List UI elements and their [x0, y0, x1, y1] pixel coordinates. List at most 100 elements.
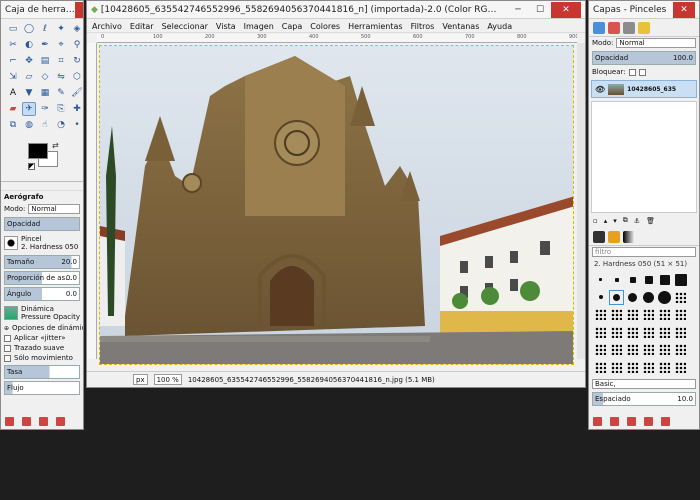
brush-item[interactable]: [642, 343, 655, 356]
ellipse-select-tool-icon[interactable]: ◯: [22, 22, 36, 36]
zoom-tool-icon[interactable]: ⚲: [70, 38, 83, 52]
menu-item-editar[interactable]: Editar: [130, 22, 154, 31]
brush-filter-input[interactable]: filtro: [592, 247, 696, 257]
mode-select[interactable]: Normal: [28, 204, 80, 214]
anchor-layer-icon[interactable]: ⚓: [634, 217, 640, 225]
brush-item[interactable]: [658, 361, 671, 374]
heal-tool-icon[interactable]: ✚: [70, 102, 83, 116]
measure-tool-icon[interactable]: ⌐: [6, 54, 20, 68]
lower-layer-icon[interactable]: ▾: [613, 217, 617, 225]
airbrush-tool-icon[interactable]: ✈: [22, 102, 36, 116]
dummy-tool-icon[interactable]: •: [70, 118, 83, 132]
dodge-burn-tool-icon[interactable]: ◔: [54, 118, 68, 132]
brush-item[interactable]: [594, 361, 607, 374]
edit-brush-icon[interactable]: [593, 417, 602, 426]
brush-item[interactable]: [626, 343, 639, 356]
new-brush-icon[interactable]: [610, 417, 619, 426]
image-canvas[interactable]: [99, 45, 574, 365]
shear-tool-icon[interactable]: ▱: [22, 70, 36, 84]
raise-layer-icon[interactable]: ▴: [604, 217, 608, 225]
minimize-button[interactable]: ─: [507, 2, 529, 18]
menu-item-colores[interactable]: Colores: [310, 22, 340, 31]
brush-item[interactable]: [674, 326, 687, 339]
brush-item[interactable]: [642, 326, 655, 339]
brush-item[interactable]: [626, 308, 639, 321]
brush-item[interactable]: [626, 361, 639, 374]
dock-titlebar[interactable]: Capas - Pinceles ✕: [589, 1, 699, 19]
brush-item[interactable]: [626, 273, 639, 286]
perspective-tool-icon[interactable]: ◇: [38, 70, 52, 84]
foreground-color-swatch[interactable]: [28, 143, 48, 159]
brush-item[interactable]: [610, 273, 623, 286]
brush-item[interactable]: [594, 326, 607, 339]
color-select-tool-icon[interactable]: ◈: [70, 22, 83, 36]
cage-tool-icon[interactable]: ⬡: [70, 70, 83, 84]
menu-item-ayuda[interactable]: Ayuda: [487, 22, 512, 31]
ink-tool-icon[interactable]: ✑: [38, 102, 52, 116]
brush-item[interactable]: [658, 273, 671, 286]
brush-item[interactable]: [658, 343, 671, 356]
brush-item[interactable]: [658, 308, 671, 321]
close-button[interactable]: ✕: [673, 1, 695, 18]
zoom-select[interactable]: 100 %: [153, 374, 182, 385]
brush-item[interactable]: [594, 273, 607, 286]
paintbrush-tool-icon[interactable]: 🖌: [70, 86, 83, 100]
delete-brush-icon[interactable]: [644, 417, 653, 426]
paths-tool-icon[interactable]: ✒: [38, 38, 52, 52]
menu-item-archivo[interactable]: Archivo: [92, 22, 122, 31]
free-select-tool-icon[interactable]: ℓ: [38, 22, 52, 36]
pencil-tool-icon[interactable]: ✎: [54, 86, 68, 100]
motion-only-checkbox[interactable]: [4, 354, 11, 362]
save-options-icon[interactable]: [5, 417, 14, 426]
brush-item[interactable]: [674, 361, 687, 374]
flow-slider[interactable]: Flujo: [4, 381, 80, 395]
brush-item[interactable]: [609, 289, 624, 305]
brush-item[interactable]: [674, 308, 687, 321]
unit-select[interactable]: px: [133, 374, 148, 385]
move-tool-icon[interactable]: ✥: [22, 54, 36, 68]
layer-item[interactable]: 👁 10428605_635: [591, 80, 697, 98]
refresh-brushes-icon[interactable]: [661, 417, 670, 426]
vertical-scrollbar[interactable]: [577, 43, 585, 359]
brush-item[interactable]: [658, 290, 671, 304]
brush-item[interactable]: [642, 273, 655, 286]
brush-item[interactable]: [594, 291, 607, 304]
aspect-slider[interactable]: Proporción de as… 0.0: [4, 271, 80, 285]
menu-item-filtros[interactable]: Filtros: [411, 22, 435, 31]
brush-preview-icon[interactable]: [4, 236, 18, 250]
color-picker-tool-icon[interactable]: ⌖: [54, 38, 68, 52]
brush-item[interactable]: [610, 343, 623, 356]
menu-item-vista[interactable]: Vista: [216, 22, 236, 31]
close-button[interactable]: ✕: [551, 1, 581, 18]
menu-item-herramientas[interactable]: Herramientas: [348, 22, 403, 31]
rect-select-tool-icon[interactable]: ▭: [6, 22, 20, 36]
image-titlebar[interactable]: ◆ [10428605_635542746552996_558269405637…: [87, 1, 585, 19]
brush-item[interactable]: [594, 308, 607, 321]
eraser-tool-icon[interactable]: ▰: [6, 102, 20, 116]
menu-item-ventanas[interactable]: Ventanas: [442, 22, 479, 31]
brush-item[interactable]: [642, 291, 655, 304]
brush-item[interactable]: [610, 361, 623, 374]
swap-colors-icon[interactable]: ⇄: [52, 141, 59, 150]
flip-tool-icon[interactable]: ⇋: [54, 70, 68, 84]
default-colors-icon[interactable]: [28, 163, 35, 170]
fuzzy-select-tool-icon[interactable]: ✦: [54, 22, 68, 36]
paths-tab-icon[interactable]: [623, 22, 635, 34]
patterns-tab-icon[interactable]: [608, 231, 620, 243]
menu-item-seleccionar[interactable]: Seleccionar: [162, 22, 208, 31]
spacing-slider[interactable]: Espaciado 10.0: [592, 392, 696, 406]
perspective-clone-tool-icon[interactable]: ⧉: [6, 118, 20, 132]
new-layer-icon[interactable]: ▫: [593, 217, 598, 225]
eye-icon[interactable]: 👁: [595, 85, 605, 94]
rotate-tool-icon[interactable]: ↻: [70, 54, 83, 68]
scale-tool-icon[interactable]: ⇲: [6, 70, 20, 84]
brush-item[interactable]: [674, 291, 687, 304]
bucket-fill-tool-icon[interactable]: ▼: [22, 86, 36, 100]
delete-options-icon[interactable]: [39, 417, 48, 426]
brush-tag-input[interactable]: Basic,: [592, 379, 696, 389]
close-button[interactable]: ✕: [74, 1, 83, 18]
blur-tool-icon[interactable]: ◍: [22, 118, 36, 132]
layers-tab-icon[interactable]: [593, 22, 605, 34]
angle-slider[interactable]: Ángulo 0.0: [4, 287, 80, 301]
clone-tool-icon[interactable]: ⎘: [54, 102, 68, 116]
